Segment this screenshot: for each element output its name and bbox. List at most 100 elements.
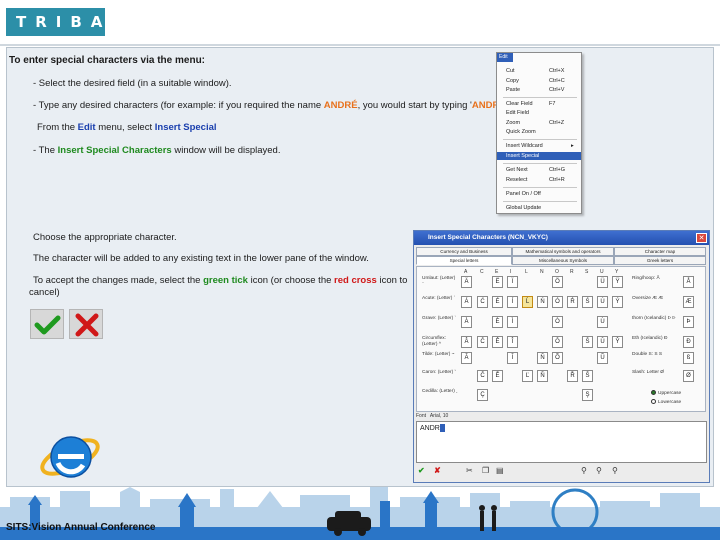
text-pane[interactable]: ANDR	[416, 421, 707, 463]
find-icon[interactable]: ⚲	[581, 465, 587, 477]
character-button[interactable]: Ã	[461, 352, 472, 364]
character-button[interactable]: Ŕ	[567, 296, 578, 308]
tab-mathematical-symbols[interactable]: Mathematical symbols and operators	[512, 247, 614, 256]
character-button[interactable]: Ě	[492, 370, 503, 382]
dialog-toolbar: ✔ ✘ ✂ ❐ ▤ ⚲ ⚲ ⚲	[416, 465, 707, 479]
paste-icon[interactable]: ▤	[496, 465, 504, 477]
tab-miscellaneous-symbols[interactable]: Miscellaneous Symbols	[512, 256, 614, 265]
character-button[interactable]: Â	[461, 336, 472, 348]
character-button[interactable]: Č	[477, 370, 488, 382]
character-button[interactable]: Ř	[567, 370, 578, 382]
green-tick-icon[interactable]	[30, 309, 64, 339]
character-button[interactable]: Î	[507, 336, 518, 348]
extra-letter-button[interactable]: Þ	[683, 316, 694, 328]
tab-currency-business[interactable]: Currency and Business	[416, 247, 512, 256]
menu-item-clear-field[interactable]: Clear Field F7	[497, 100, 581, 108]
edit-menu-title[interactable]: Edit	[497, 53, 513, 62]
character-button[interactable]: Ä	[461, 276, 472, 288]
character-button[interactable]: Š	[582, 370, 593, 382]
character-button[interactable]: Ï	[507, 276, 518, 288]
character-button[interactable]: Ç	[477, 389, 488, 401]
tab-greek-letters[interactable]: Greek letters	[614, 256, 706, 265]
character-button[interactable]: Ń	[537, 296, 548, 308]
character-button[interactable]: Ô	[552, 336, 563, 348]
character-button[interactable]: Ö	[552, 276, 563, 288]
character-button[interactable]: Ş	[582, 389, 593, 401]
menu-item-quick-zoom[interactable]: Quick Zoom	[497, 128, 581, 136]
extra-letter-button[interactable]: Å	[683, 276, 694, 288]
character-button[interactable]: Ľ	[522, 370, 533, 382]
character-button[interactable]: Á	[461, 296, 472, 308]
menu-item-copy[interactable]: Copy Ctrl+C	[497, 77, 581, 85]
step-edit-menu: From the Edit menu, select Insert Specia…	[37, 122, 217, 134]
edit-menu-ref: Edit	[77, 122, 96, 133]
menu-item-get-next[interactable]: Get Next Ctrl+G	[497, 166, 581, 174]
character-button[interactable]: Û	[597, 336, 608, 348]
character-button[interactable]: Ì	[507, 316, 518, 328]
menu-item-insert-special[interactable]: Insert Special	[497, 152, 581, 160]
character-button[interactable]: Ú	[597, 296, 608, 308]
character-button[interactable]: É	[492, 296, 503, 308]
menu-item-label: Clear Field	[506, 101, 533, 107]
menu-item-paste[interactable]: Paste Ctrl+V	[497, 86, 581, 94]
font-value[interactable]: Arial, 10	[430, 413, 448, 419]
character-button[interactable]: Ŝ	[582, 336, 593, 348]
character-button[interactable]: Ĉ	[477, 336, 488, 348]
menu-item-global-update[interactable]: Global Update	[497, 204, 581, 212]
character-button[interactable]: Ć	[477, 296, 488, 308]
extra-letter-button[interactable]: Ð	[683, 336, 694, 348]
character-button[interactable]: Ũ	[597, 352, 608, 364]
character-button[interactable]: Ù	[597, 316, 608, 328]
menu-item-shortcut: Ctrl+R	[549, 177, 565, 183]
character-button[interactable]: Ý	[612, 296, 623, 308]
menu-item-cut[interactable]: Cut Ctrl+X	[497, 67, 581, 75]
tab-special-letters[interactable]: Special letters	[416, 256, 512, 265]
intro-heading: To enter special characters via the menu…	[9, 55, 206, 66]
edit-menu: Edit Cut Ctrl+X Copy Ctrl+C Paste Ctrl+V Cl…	[496, 52, 582, 214]
character-button[interactable]: Ê	[492, 336, 503, 348]
close-icon[interactable]: ✕	[696, 233, 707, 243]
step2-mid: , you would start by typing '	[357, 100, 472, 111]
menu-item-label: Copy	[506, 78, 519, 84]
character-button[interactable]: Ÿ	[612, 276, 623, 288]
lowercase-radio[interactable]: Lowercase	[651, 399, 681, 405]
character-button[interactable]: Ĩ	[507, 352, 518, 364]
character-button[interactable]: Ň	[537, 370, 548, 382]
column-header: Y	[615, 269, 619, 275]
find-next-icon[interactable]: ⚲	[596, 465, 602, 477]
menu-item-insert-wildcard[interactable]: Insert Wildcard ▸	[497, 142, 581, 150]
extra-letter-button[interactable]: Æ	[683, 296, 694, 308]
menu-item-edit-field[interactable]: Edit Field	[497, 109, 581, 117]
character-button[interactable]: Ĺ	[522, 296, 533, 308]
extra-letter-button[interactable]: Ø	[683, 370, 694, 382]
replace-icon[interactable]: ⚲	[612, 465, 618, 477]
menu-item-reselect[interactable]: Reselect Ctrl+R	[497, 176, 581, 184]
copy-icon[interactable]: ❐	[482, 465, 489, 477]
character-button[interactable]: È	[492, 316, 503, 328]
uppercase-radio[interactable]: Uppercase	[651, 390, 681, 396]
character-button[interactable]: Ë	[492, 276, 503, 288]
character-button[interactable]: Ñ	[537, 352, 548, 364]
character-button[interactable]: Ś	[582, 296, 593, 308]
tab-row-bottom: Special letters Miscellaneous Symbols Gr…	[416, 256, 706, 265]
menu-item-panel-toggle[interactable]: Panel On / Off	[497, 190, 581, 198]
cancel-cross-icon[interactable]: ✘	[434, 465, 441, 477]
character-button[interactable]: Í	[507, 296, 518, 308]
menu-item-shortcut: Ctrl+C	[549, 78, 565, 84]
menu-item-label: Cut	[506, 68, 515, 74]
red-cross-icon[interactable]	[69, 309, 103, 339]
tab-character-map[interactable]: Character map	[614, 247, 706, 256]
accept-tick-icon[interactable]: ✔	[418, 465, 425, 477]
character-button[interactable]: Ü	[597, 276, 608, 288]
character-button[interactable]: Ò	[552, 316, 563, 328]
menu-item-label: Insert Special	[506, 153, 540, 159]
choose-character-text: Choose the appropriate character.	[33, 232, 177, 243]
menu-item-zoom[interactable]: Zoom Ctrl+Z	[497, 119, 581, 127]
extra-letter-button[interactable]: ß	[683, 352, 694, 364]
character-button[interactable]: À	[461, 316, 472, 328]
cut-icon[interactable]: ✂	[466, 465, 473, 477]
character-button[interactable]: Ó	[552, 296, 563, 308]
character-button[interactable]: Õ	[552, 352, 563, 364]
character-button[interactable]: Ŷ	[612, 336, 623, 348]
step4-post: window will be displayed.	[171, 145, 281, 156]
